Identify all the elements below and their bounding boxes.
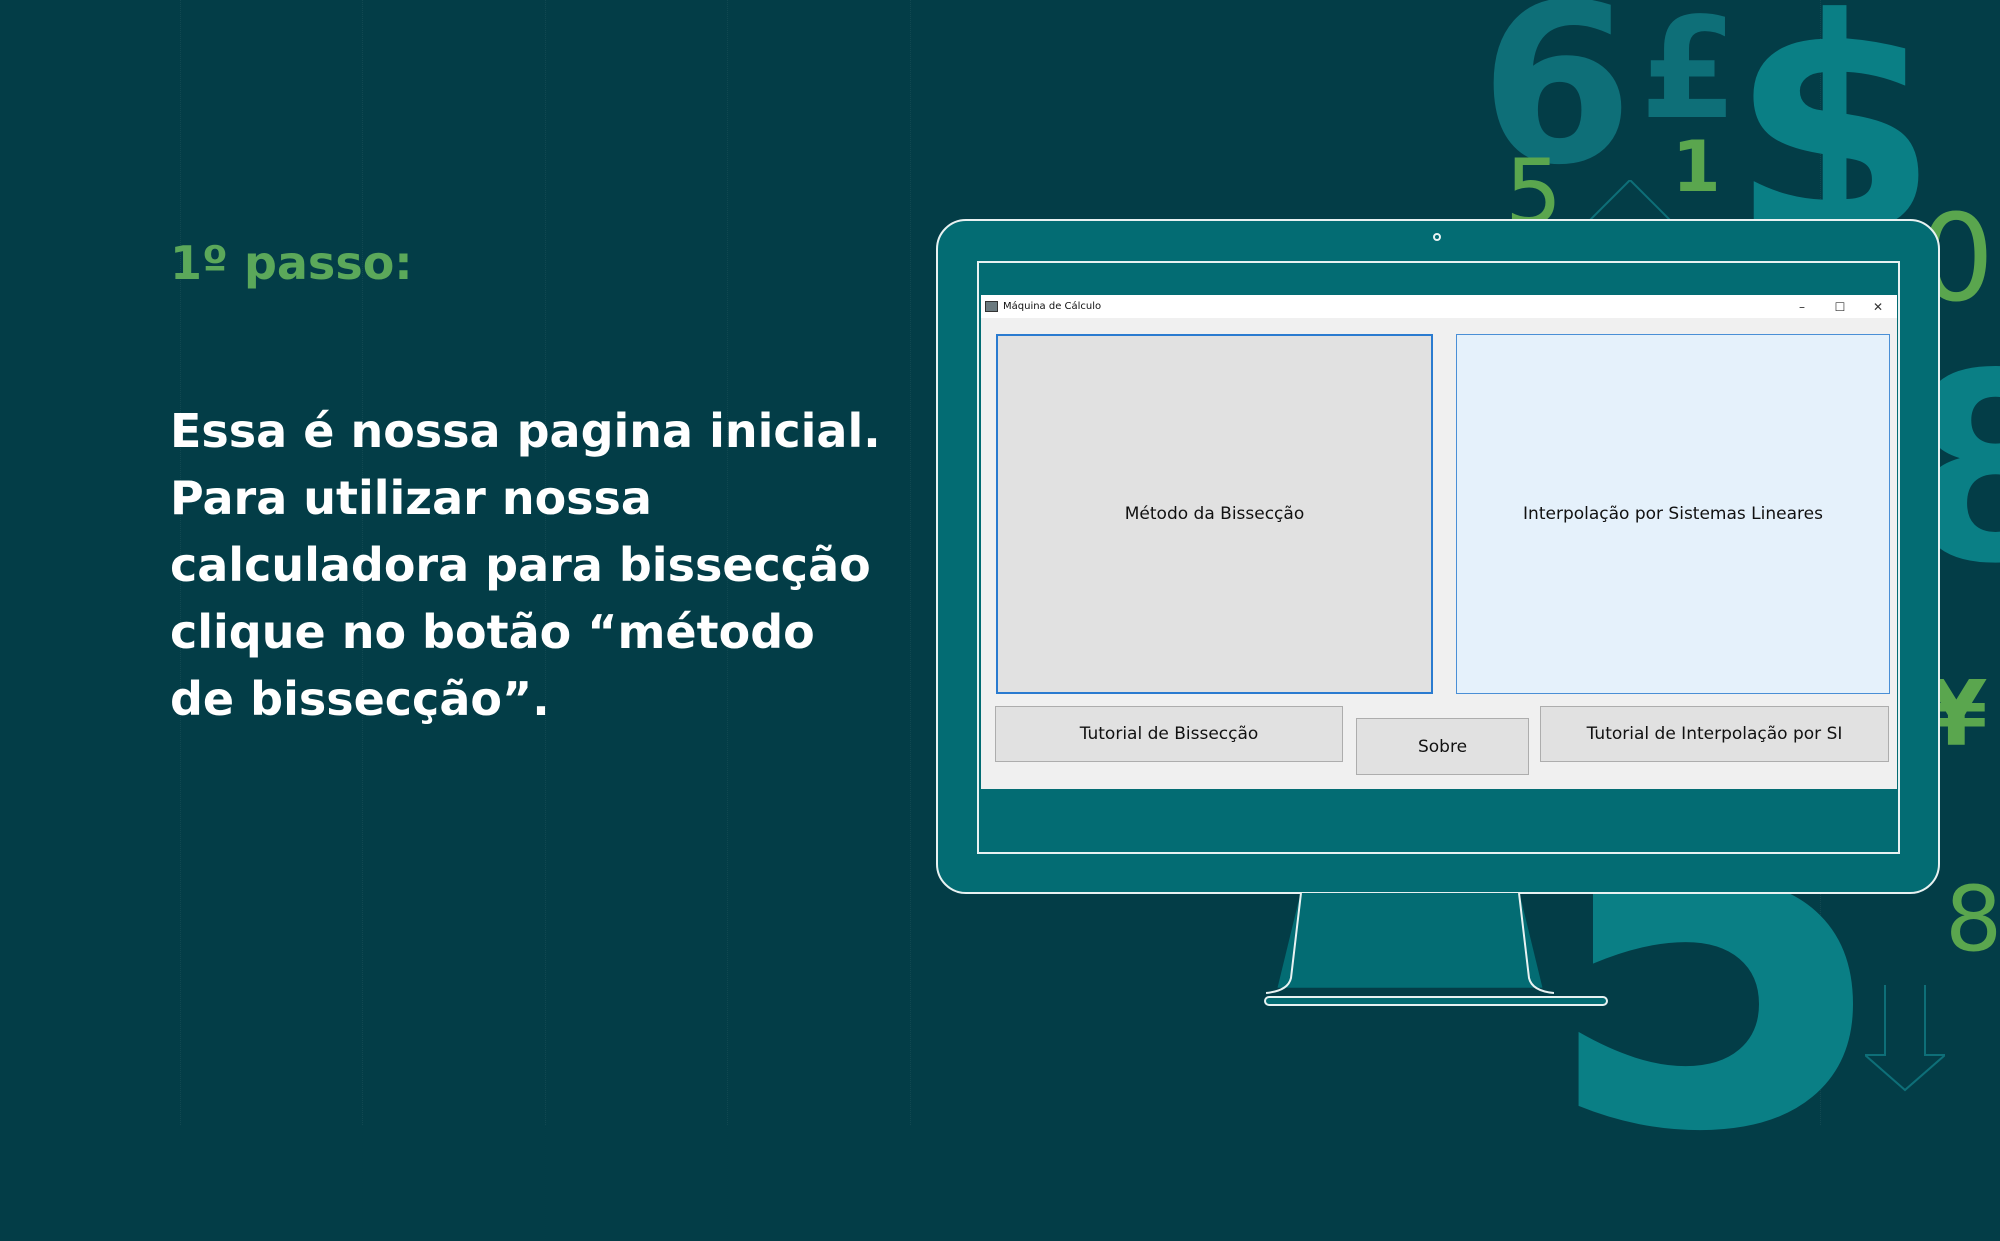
app-window: Máquina de Cálculo – ☐ ✕ Método da Bisse… [981,295,1897,789]
description-line: Para utilizar nossa [170,471,652,525]
step-description: Essa é nossa pagina inicial. Para utiliz… [170,398,881,733]
interpolation-linear-systems-button[interactable]: Interpolação por Sistemas Lineares [1456,334,1890,694]
app-icon [985,301,998,312]
decor-eight: 8 [1945,867,2000,972]
monitor-stand-outline [1266,893,1554,994]
description-line: Essa é nossa pagina inicial. [170,404,881,458]
step-title: 1º passo: [170,236,413,290]
monitor-camera-icon [1433,233,1441,241]
maximize-button[interactable]: ☐ [1821,295,1859,318]
about-button[interactable]: Sobre [1356,718,1529,775]
description-line: calculadora para bissecção [170,538,871,592]
decor-down-arrow-icon [1865,985,1945,1092]
close-button[interactable]: ✕ [1859,295,1897,318]
decor-pound: £ [1640,0,1738,151]
guide-line [910,0,911,1125]
window-controls: – ☐ ✕ [1783,295,1897,318]
window-title: Máquina de Cálculo [1003,301,1102,312]
bissection-method-button[interactable]: Método da Bissecção [996,334,1433,694]
window-titlebar[interactable]: Máquina de Cálculo – ☐ ✕ [981,295,1897,318]
bissection-tutorial-button[interactable]: Tutorial de Bissecção [995,706,1343,762]
interpolation-tutorial-button[interactable]: Tutorial de Interpolação por SI [1540,706,1889,762]
minimize-button[interactable]: – [1783,295,1821,318]
description-line: de bissecção”. [170,672,550,726]
description-line: clique no botão “método [170,605,815,659]
monitor-foot [1264,996,1608,1006]
